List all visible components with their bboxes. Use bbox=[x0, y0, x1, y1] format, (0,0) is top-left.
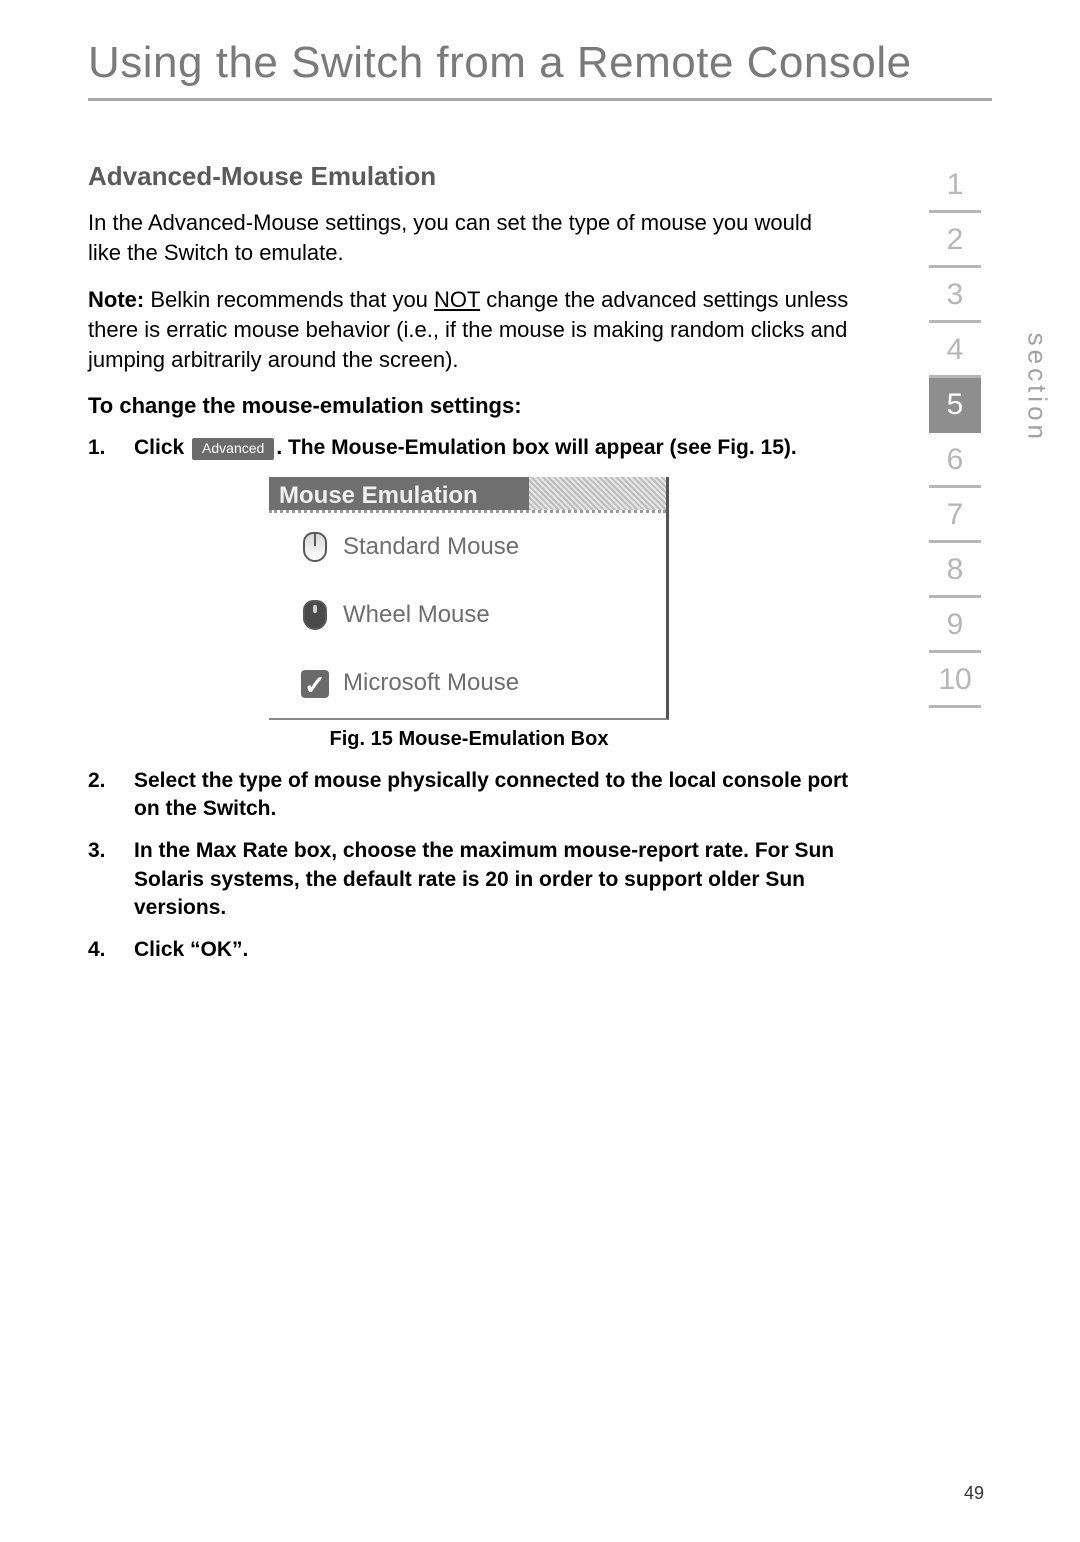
section-nav-item-7[interactable]: 7 bbox=[929, 488, 981, 543]
section-nav-label: section bbox=[1021, 333, 1052, 443]
step-number: 1. bbox=[88, 434, 134, 462]
document-page: Using the Switch from a Remote Console A… bbox=[0, 0, 1080, 1542]
section-nav-item-4[interactable]: 4 bbox=[929, 323, 981, 378]
option-label: Standard Mouse bbox=[343, 531, 519, 563]
section-heading: Advanced-Mouse Emulation bbox=[88, 159, 850, 194]
page-title: Using the Switch from a Remote Console bbox=[88, 38, 992, 88]
intro-paragraph: In the Advanced-Mouse settings, you can … bbox=[88, 208, 850, 267]
page-number: 49 bbox=[964, 1483, 984, 1504]
figure-caption: Fig. 15 Mouse-Emulation Box bbox=[88, 726, 850, 753]
step-1-pre: Click bbox=[134, 436, 190, 459]
step-4-text: Click “OK”. bbox=[134, 936, 850, 964]
figure-15-wrap: Mouse Emulation Standard Mouse Wheel Mou… bbox=[88, 477, 850, 753]
step-1-post: . The Mouse-Emulation box will appear (s… bbox=[276, 436, 796, 459]
wheel-mouse-icon bbox=[297, 599, 333, 631]
step-1-text: Click Advanced. The Mouse-Emulation box … bbox=[134, 434, 850, 462]
section-nav-item-2[interactable]: 2 bbox=[929, 213, 981, 268]
section-nav-item-5[interactable]: 5 bbox=[929, 378, 981, 433]
option-standard-mouse: Standard Mouse bbox=[269, 513, 666, 581]
procedure-steps-cont: 2. Select the type of mouse physically c… bbox=[88, 767, 850, 965]
section-nav-item-8[interactable]: 8 bbox=[929, 543, 981, 598]
microsoft-mouse-icon bbox=[297, 668, 333, 700]
step-1: 1. Click Advanced. The Mouse-Emulation b… bbox=[88, 434, 850, 462]
mouse-emulation-dialog: Mouse Emulation Standard Mouse Wheel Mou… bbox=[269, 477, 669, 720]
section-nav-item-9[interactable]: 9 bbox=[929, 598, 981, 653]
step-2-text: Select the type of mouse physically conn… bbox=[134, 767, 850, 824]
step-number: 3. bbox=[88, 837, 134, 865]
dialog-title: Mouse Emulation bbox=[269, 477, 529, 510]
dialog-titlebar: Mouse Emulation bbox=[269, 477, 666, 513]
step-2: 2. Select the type of mouse physically c… bbox=[88, 767, 850, 824]
note-pre: Belkin recommends that you bbox=[144, 287, 434, 312]
standard-mouse-icon bbox=[297, 531, 333, 563]
procedure-subheading: To change the mouse-emulation settings: bbox=[88, 391, 850, 421]
step-3: 3. In the Max Rate box, choose the maxim… bbox=[88, 837, 850, 922]
step-number: 2. bbox=[88, 767, 134, 795]
page-title-wrap: Using the Switch from a Remote Console bbox=[88, 38, 992, 101]
step-number: 4. bbox=[88, 936, 134, 964]
section-nav-item-3[interactable]: 3 bbox=[929, 268, 981, 323]
note-paragraph: Note: Belkin recommends that you NOT cha… bbox=[88, 285, 850, 374]
section-nav-item-1[interactable]: 1 bbox=[929, 158, 981, 213]
content-column: Advanced-Mouse Emulation In the Advanced… bbox=[88, 159, 850, 965]
note-underline: NOT bbox=[434, 287, 480, 312]
dialog-drag-handle bbox=[529, 477, 666, 510]
section-nav: section 12345678910 bbox=[890, 158, 1020, 708]
section-nav-list: 12345678910 bbox=[890, 158, 1020, 708]
section-nav-item-6[interactable]: 6 bbox=[929, 433, 981, 488]
note-label: Note: bbox=[88, 287, 144, 312]
option-label: Microsoft Mouse bbox=[343, 667, 519, 699]
step-4: 4. Click “OK”. bbox=[88, 936, 850, 964]
section-nav-item-10[interactable]: 10 bbox=[929, 653, 981, 708]
advanced-button-graphic: Advanced bbox=[192, 438, 274, 460]
option-wheel-mouse: Wheel Mouse bbox=[269, 581, 666, 649]
step-3-text: In the Max Rate box, choose the maximum … bbox=[134, 837, 850, 922]
option-label: Wheel Mouse bbox=[343, 599, 490, 631]
procedure-steps: 1. Click Advanced. The Mouse-Emulation b… bbox=[88, 434, 850, 462]
option-microsoft-mouse: Microsoft Mouse bbox=[269, 649, 666, 717]
